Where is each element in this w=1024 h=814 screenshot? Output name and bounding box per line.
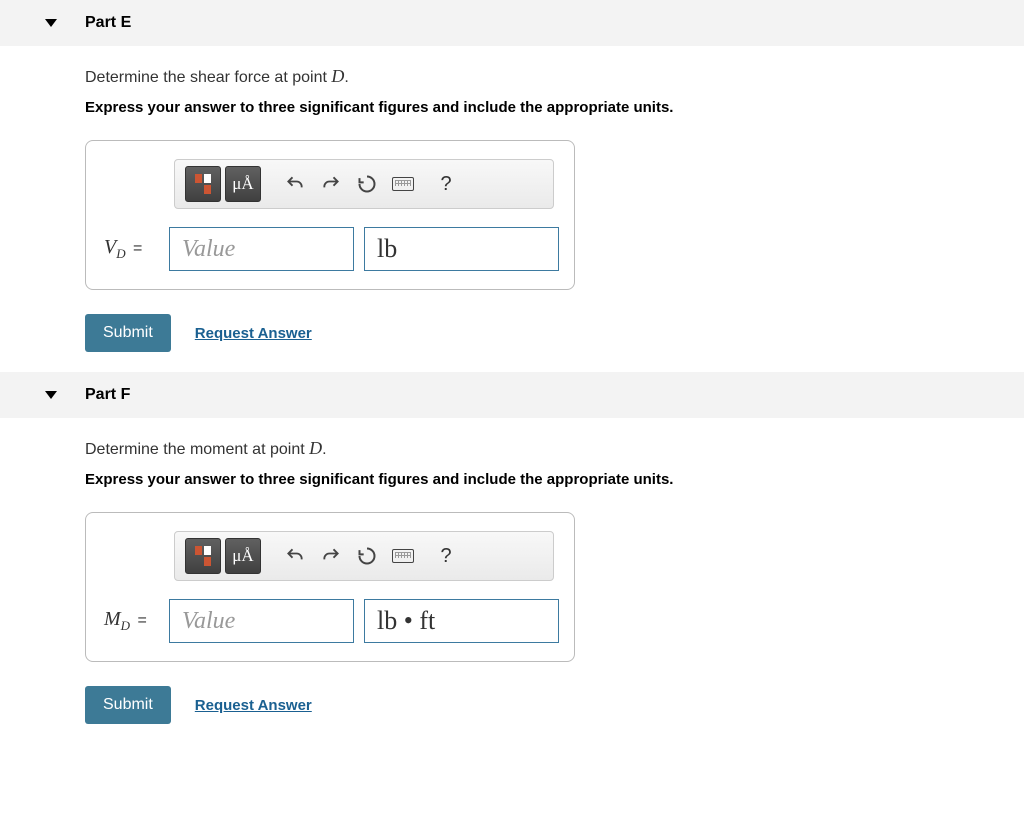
undo-button[interactable] [279, 168, 311, 200]
value-input[interactable] [169, 227, 354, 271]
var-symbol: M [104, 608, 121, 630]
var-subscript: D [116, 246, 125, 261]
equals-sign: = [133, 612, 147, 629]
question-prefix: Determine the moment at point [85, 441, 309, 458]
part-f-input-row: MD = [104, 599, 556, 643]
keyboard-icon [392, 549, 414, 563]
help-button[interactable]: ? [431, 169, 461, 199]
mu-a-label: μÅ [232, 546, 253, 566]
reset-button[interactable] [351, 168, 383, 200]
part-e-instruction: Express your answer to three significant… [85, 99, 1024, 116]
question-suffix: . [344, 69, 348, 86]
redo-button[interactable] [315, 168, 347, 200]
var-subscript: D [121, 618, 130, 633]
part-e-body: Determine the shear force at point D. Ex… [0, 46, 1024, 352]
value-input[interactable] [169, 599, 354, 643]
part-f-body: Determine the moment at point D. Express… [0, 418, 1024, 724]
question-prefix: Determine the shear force at point [85, 69, 331, 86]
undo-button[interactable] [279, 540, 311, 572]
part-e-input-row: VD = [104, 227, 556, 271]
part-f-question: Determine the moment at point D. [85, 438, 1024, 459]
part-e-section: Part E Determine the shear force at poin… [0, 0, 1024, 352]
part-f-section: Part F Determine the moment at point D. … [0, 372, 1024, 724]
part-e-answer-box: μÅ ? VD = [85, 140, 575, 290]
collapse-arrow-icon [45, 19, 57, 27]
units-input[interactable] [364, 227, 559, 271]
request-answer-link[interactable]: Request Answer [195, 697, 312, 714]
redo-button[interactable] [315, 540, 347, 572]
keyboard-icon [392, 177, 414, 191]
part-e-question: Determine the shear force at point D. [85, 66, 1024, 87]
var-symbol: V [104, 236, 116, 258]
answer-toolbar: μÅ ? [174, 159, 554, 209]
variable-label: MD = [104, 608, 159, 634]
question-variable: D [331, 66, 344, 86]
submit-button[interactable]: Submit [85, 314, 171, 352]
answer-toolbar: μÅ ? [174, 531, 554, 581]
part-f-instruction: Express your answer to three significant… [85, 471, 1024, 488]
keyboard-button[interactable] [387, 540, 419, 572]
part-f-actions: Submit Request Answer [85, 686, 1024, 724]
mu-a-label: μÅ [232, 174, 253, 194]
units-input[interactable] [364, 599, 559, 643]
part-e-header[interactable]: Part E [0, 0, 1024, 46]
question-variable: D [309, 438, 322, 458]
reset-button[interactable] [351, 540, 383, 572]
keyboard-button[interactable] [387, 168, 419, 200]
special-chars-button[interactable]: μÅ [225, 166, 261, 202]
part-e-title: Part E [85, 14, 131, 32]
submit-button[interactable]: Submit [85, 686, 171, 724]
templates-button[interactable] [185, 538, 221, 574]
question-suffix: . [322, 441, 326, 458]
equals-sign: = [129, 240, 143, 257]
variable-label: VD = [104, 236, 159, 262]
part-f-title: Part F [85, 386, 130, 404]
help-button[interactable]: ? [431, 541, 461, 571]
request-answer-link[interactable]: Request Answer [195, 325, 312, 342]
part-f-header[interactable]: Part F [0, 372, 1024, 418]
collapse-arrow-icon [45, 391, 57, 399]
part-f-answer-box: μÅ ? MD = [85, 512, 575, 662]
templates-button[interactable] [185, 166, 221, 202]
part-e-actions: Submit Request Answer [85, 314, 1024, 352]
special-chars-button[interactable]: μÅ [225, 538, 261, 574]
